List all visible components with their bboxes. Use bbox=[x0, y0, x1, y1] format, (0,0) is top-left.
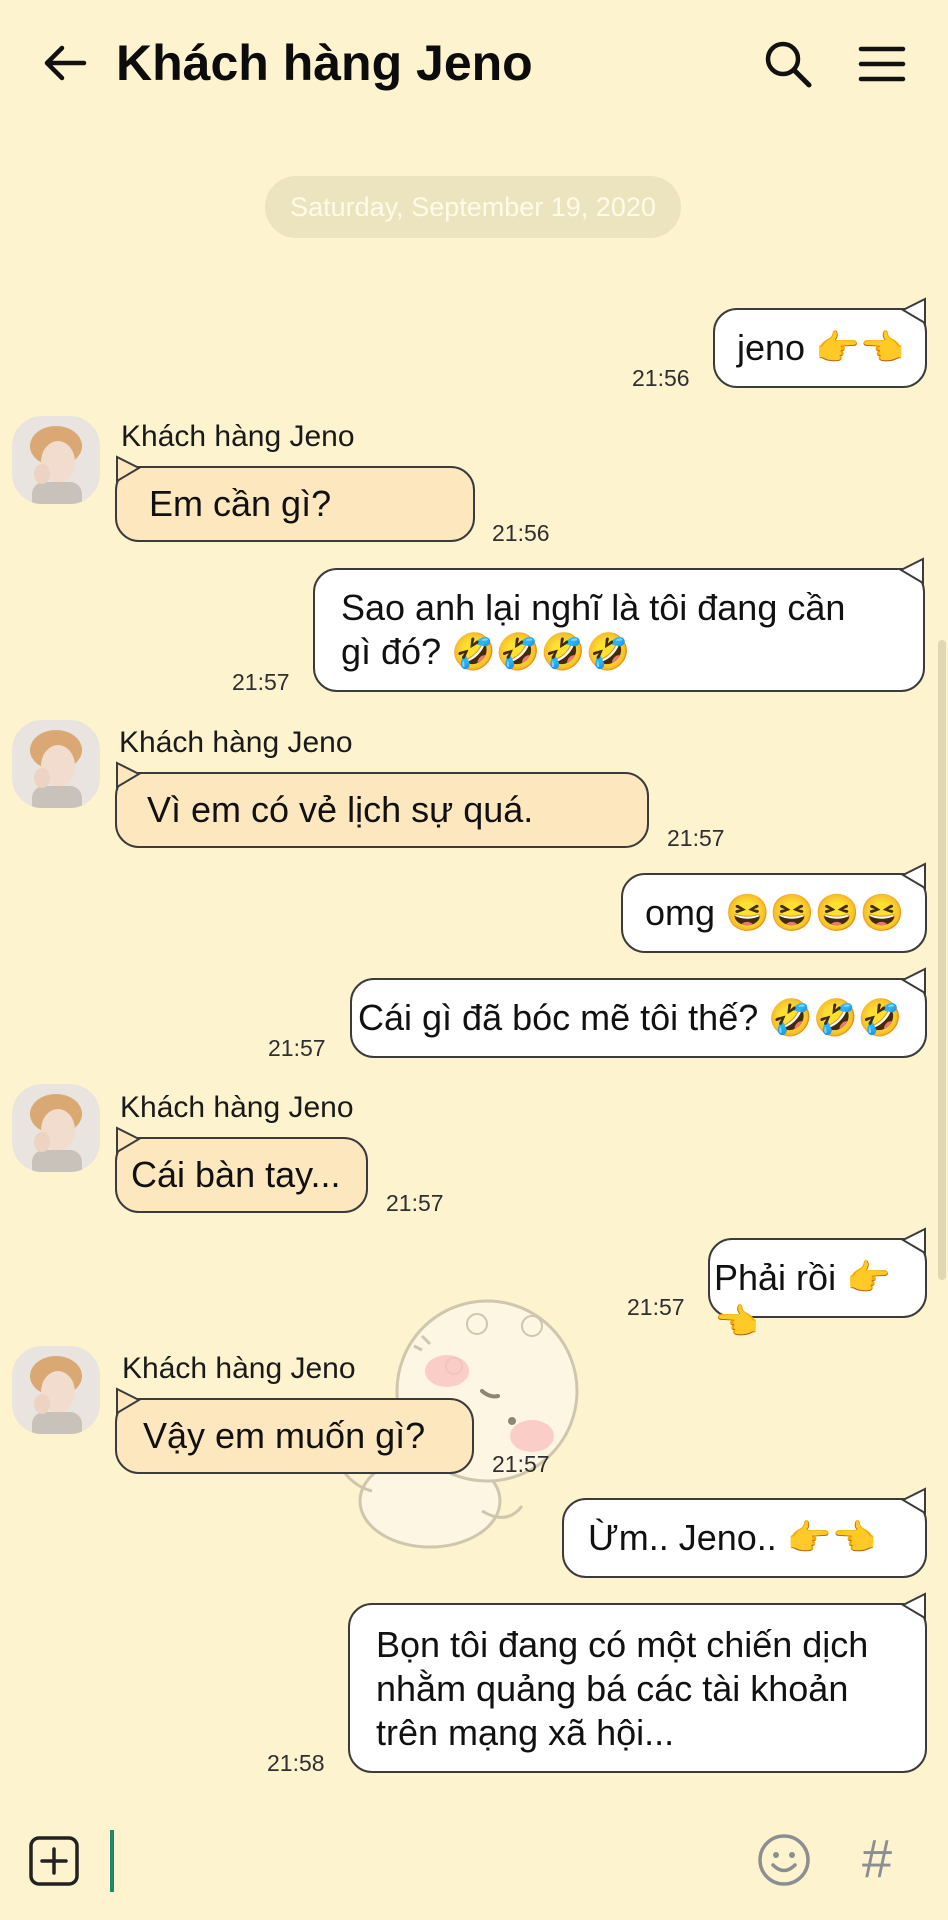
message-text: jeno 👉👈 bbox=[737, 327, 905, 368]
message-text: Phải rồi 👉👈 bbox=[714, 1257, 891, 1342]
arrow-left-icon[interactable] bbox=[40, 38, 90, 88]
sender-name: Khách hàng Jeno bbox=[119, 726, 353, 759]
message-time: 21:56 bbox=[492, 520, 550, 546]
incoming-message[interactable]: Vậy em muốn gì? bbox=[115, 1387, 474, 1474]
bubble-tail bbox=[900, 297, 926, 325]
avatar-image bbox=[12, 1084, 100, 1172]
message-text-line: Sao anh lại nghĩ là tôi đang cần bbox=[341, 587, 846, 628]
message-text: Vì em có vẻ lịch sự quá. bbox=[147, 789, 534, 830]
message-time: 21:57 bbox=[386, 1190, 444, 1216]
bubble-tail bbox=[116, 761, 142, 789]
message-text-line: Bọn tôi đang có một chiến dịch bbox=[376, 1624, 869, 1665]
message-text-line: gì đó? 🤣🤣🤣🤣 bbox=[341, 631, 631, 672]
message-text: Ừm.. Jeno.. 👉👈 bbox=[588, 1517, 877, 1558]
message-time: 21:57 bbox=[232, 669, 290, 695]
message-time: 21:56 bbox=[632, 365, 690, 391]
message-text: Cái gì đã bóc mẽ tôi thế? 🤣🤣🤣 bbox=[358, 997, 903, 1038]
message-text: Em cần gì? bbox=[149, 483, 332, 524]
bubble-tail bbox=[898, 557, 924, 585]
bubble-tail bbox=[900, 1592, 926, 1620]
outgoing-message[interactable]: Phải rồi 👉👈 bbox=[708, 1227, 927, 1342]
hashtag-button[interactable]: # bbox=[862, 1826, 892, 1892]
message-time: 21:57 bbox=[268, 1035, 326, 1061]
incoming-message[interactable]: Em cần gì? bbox=[115, 455, 475, 542]
text-input-cursor[interactable] bbox=[110, 1830, 114, 1892]
contact-avatar[interactable] bbox=[12, 1346, 100, 1434]
message-text: Vậy em muốn gì? bbox=[143, 1415, 426, 1456]
outgoing-message[interactable]: Sao anh lại nghĩ là tôi đang cần gì đó? … bbox=[313, 557, 925, 692]
message-text-line: trên mạng xã hội... bbox=[376, 1712, 675, 1753]
contact-avatar[interactable] bbox=[12, 416, 100, 504]
message-text: omg 😆😆😆😆 bbox=[645, 892, 905, 933]
chat-title: Khách hàng Jeno bbox=[116, 35, 533, 91]
outgoing-message[interactable]: omg 😆😆😆😆 bbox=[621, 862, 927, 953]
bubble-tail bbox=[900, 1227, 926, 1255]
bubble-tail bbox=[116, 1126, 142, 1154]
smiley-icon[interactable] bbox=[756, 1832, 812, 1888]
avatar-image bbox=[12, 416, 100, 504]
outgoing-message[interactable]: jeno 👉👈 bbox=[713, 297, 927, 388]
sender-name: Khách hàng Jeno bbox=[122, 1352, 356, 1385]
message-time: 21:58 bbox=[267, 1750, 325, 1776]
bubble-tail bbox=[116, 455, 142, 483]
bubble-tail bbox=[116, 1387, 142, 1415]
date-separator: Saturday, September 19, 2020 bbox=[265, 176, 681, 238]
message-time: 21:57 bbox=[492, 1451, 550, 1477]
sender-name: Khách hàng Jeno bbox=[121, 420, 355, 453]
incoming-message[interactable]: Vì em có vẻ lịch sự quá. bbox=[115, 761, 649, 848]
avatar-image bbox=[12, 720, 100, 808]
message-time: 21:57 bbox=[667, 825, 725, 851]
add-square-icon[interactable] bbox=[28, 1835, 80, 1887]
message-time: 21:57 bbox=[627, 1294, 685, 1320]
hamburger-menu-icon[interactable] bbox=[858, 44, 906, 84]
search-icon[interactable] bbox=[762, 38, 814, 90]
bubble-tail bbox=[900, 967, 926, 995]
chat-header: Khách hàng Jeno bbox=[0, 0, 948, 130]
contact-avatar[interactable] bbox=[12, 720, 100, 808]
outgoing-message[interactable]: Ừm.. Jeno.. 👉👈 bbox=[562, 1487, 927, 1578]
outgoing-message[interactable]: Cái gì đã bóc mẽ tôi thế? 🤣🤣🤣 bbox=[350, 967, 927, 1058]
outgoing-message[interactable]: Bọn tôi đang có một chiến dịch nhằm quản… bbox=[348, 1592, 927, 1773]
contact-avatar[interactable] bbox=[12, 1084, 100, 1172]
incoming-message[interactable]: Cái bàn tay... bbox=[115, 1126, 368, 1213]
message-text: Cái bàn tay... bbox=[131, 1154, 341, 1195]
avatar-image bbox=[12, 1346, 100, 1434]
sender-name: Khách hàng Jeno bbox=[120, 1091, 354, 1124]
bubble-tail bbox=[900, 1487, 926, 1515]
scrollbar[interactable] bbox=[938, 640, 946, 1280]
message-text-line: nhằm quảng bá các tài khoản bbox=[376, 1668, 849, 1709]
bubble-tail bbox=[900, 862, 926, 890]
